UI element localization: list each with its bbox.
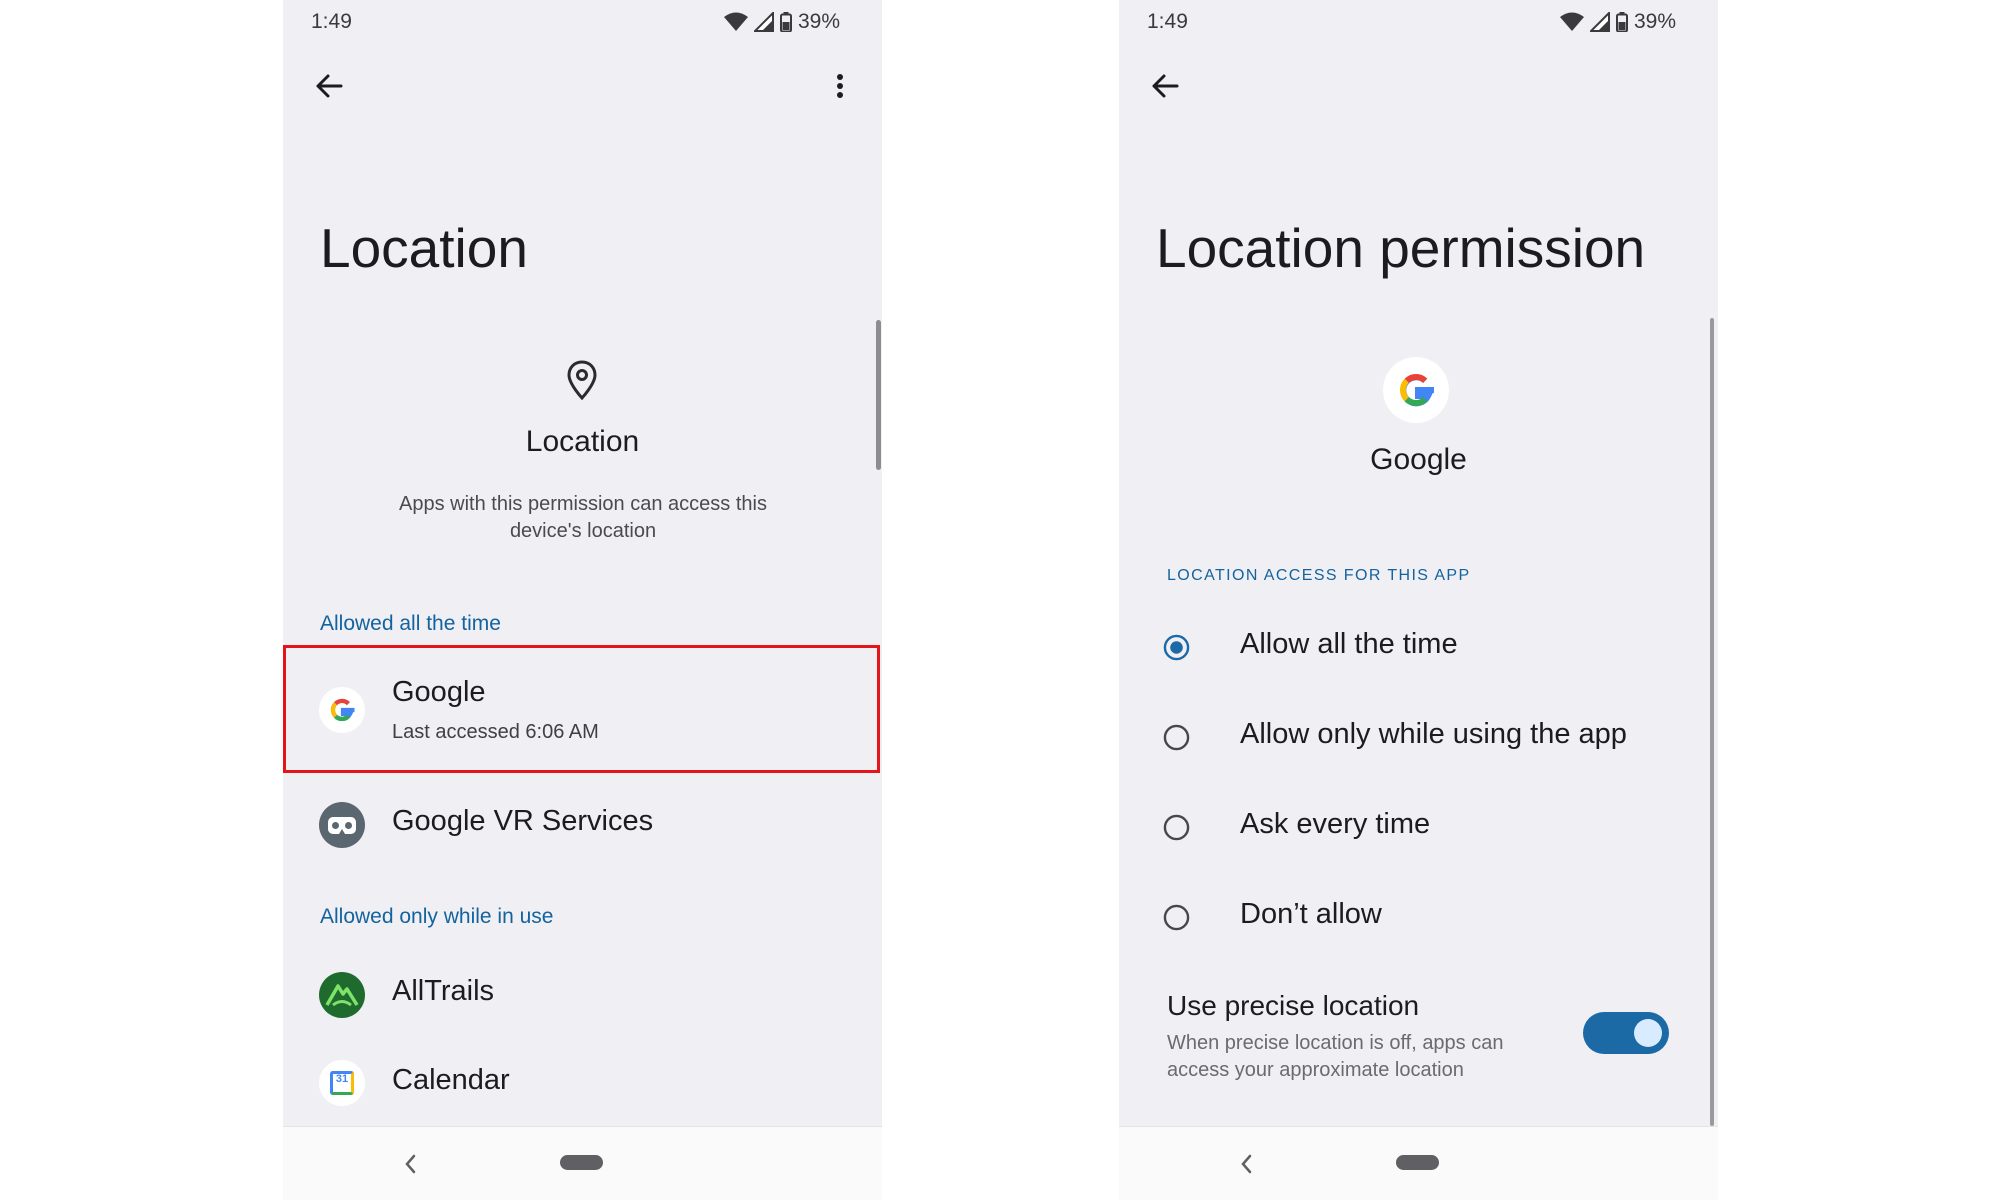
- page-title: Location permission: [1156, 217, 1646, 279]
- precise-location-description: When precise location is off, apps can a…: [1167, 1032, 1504, 1081]
- alltrails-icon: [319, 972, 365, 1018]
- status-time: 1:49: [311, 10, 352, 33]
- navigation-bar: [1119, 1126, 1718, 1200]
- battery-percent: 39%: [797, 10, 840, 33]
- permission-description: Apps with this permission can access thi…: [399, 493, 767, 542]
- app-last-accessed: Last accessed 6:06 AM: [392, 721, 599, 743]
- app-name: Calendar: [392, 1064, 510, 1096]
- calendar-icon-date: 31: [335, 1073, 349, 1085]
- signal-icon: [1589, 12, 1610, 32]
- battery-icon: [779, 12, 792, 32]
- location-screen: 1:49 39% Location Location Apps with thi…: [283, 0, 882, 1200]
- app-row-google[interactable]: Google Last accessed 6:06 AM: [283, 650, 882, 768]
- app-row-google-vr-services[interactable]: Google VR Services: [283, 778, 882, 896]
- app-name: Google VR Services: [392, 805, 654, 837]
- calendar-icon: 31: [319, 1060, 365, 1106]
- back-arrow-icon: [316, 74, 343, 98]
- permission-title: Location: [525, 425, 640, 458]
- radio-unselected-icon[interactable]: [1163, 724, 1190, 751]
- nav-home-pill[interactable]: [560, 1155, 603, 1170]
- app-name: Google: [392, 676, 486, 708]
- toggle-knob: [1634, 1019, 1662, 1047]
- back-button[interactable]: [307, 64, 351, 108]
- status-time: 1:49: [1147, 10, 1188, 33]
- wifi-icon: [1559, 12, 1584, 31]
- precise-location-title: Use precise location: [1167, 990, 1420, 1021]
- radio-unselected-icon[interactable]: [1163, 904, 1190, 931]
- page-title: Location: [320, 217, 528, 279]
- app-name: Google: [1370, 443, 1467, 476]
- option-allow-while-using[interactable]: Allow only while using the app: [1119, 698, 1718, 778]
- nav-home-pill[interactable]: [1396, 1155, 1439, 1170]
- signal-icon: [753, 12, 774, 32]
- navigation-bar: [283, 1126, 882, 1200]
- radio-unselected-icon[interactable]: [1163, 814, 1190, 841]
- battery-percent: 39%: [1633, 10, 1676, 33]
- option-label: Ask every time: [1240, 808, 1431, 840]
- google-logo-icon: [1383, 357, 1449, 423]
- status-icons: 39%: [1559, 10, 1676, 34]
- option-label: Don’t allow: [1240, 898, 1382, 930]
- option-dont-allow[interactable]: Don’t allow: [1119, 878, 1718, 958]
- section-allowed-while-in-use: Allowed only while in use: [320, 905, 554, 928]
- vr-services-icon: [319, 802, 365, 848]
- back-button[interactable]: [1143, 64, 1187, 108]
- radio-selected-icon[interactable]: [1163, 634, 1190, 661]
- location-pin-icon: [567, 360, 597, 401]
- precise-location-toggle[interactable]: [1583, 1012, 1669, 1054]
- google-icon: [319, 687, 365, 733]
- wifi-icon: [723, 12, 748, 31]
- battery-icon: [1615, 12, 1628, 32]
- more-vert-icon: [837, 74, 843, 98]
- option-label: Allow all the time: [1240, 628, 1458, 660]
- option-allow-all-time[interactable]: Allow all the time: [1119, 608, 1718, 688]
- nav-back-icon[interactable]: [401, 1151, 421, 1177]
- option-ask-every-time[interactable]: Ask every time: [1119, 788, 1718, 868]
- location-permission-screen: 1:49 39% Location permission Google LOCA…: [1119, 0, 1718, 1200]
- section-allowed-all-time: Allowed all the time: [320, 612, 501, 635]
- more-options-button[interactable]: [818, 64, 862, 108]
- status-icons: 39%: [723, 10, 840, 34]
- section-location-access: LOCATION ACCESS FOR THIS APP: [1167, 567, 1471, 584]
- nav-back-icon[interactable]: [1237, 1151, 1257, 1177]
- option-label: Allow only while using the app: [1240, 718, 1627, 750]
- back-arrow-icon: [1152, 74, 1179, 98]
- app-name: AllTrails: [392, 975, 495, 1007]
